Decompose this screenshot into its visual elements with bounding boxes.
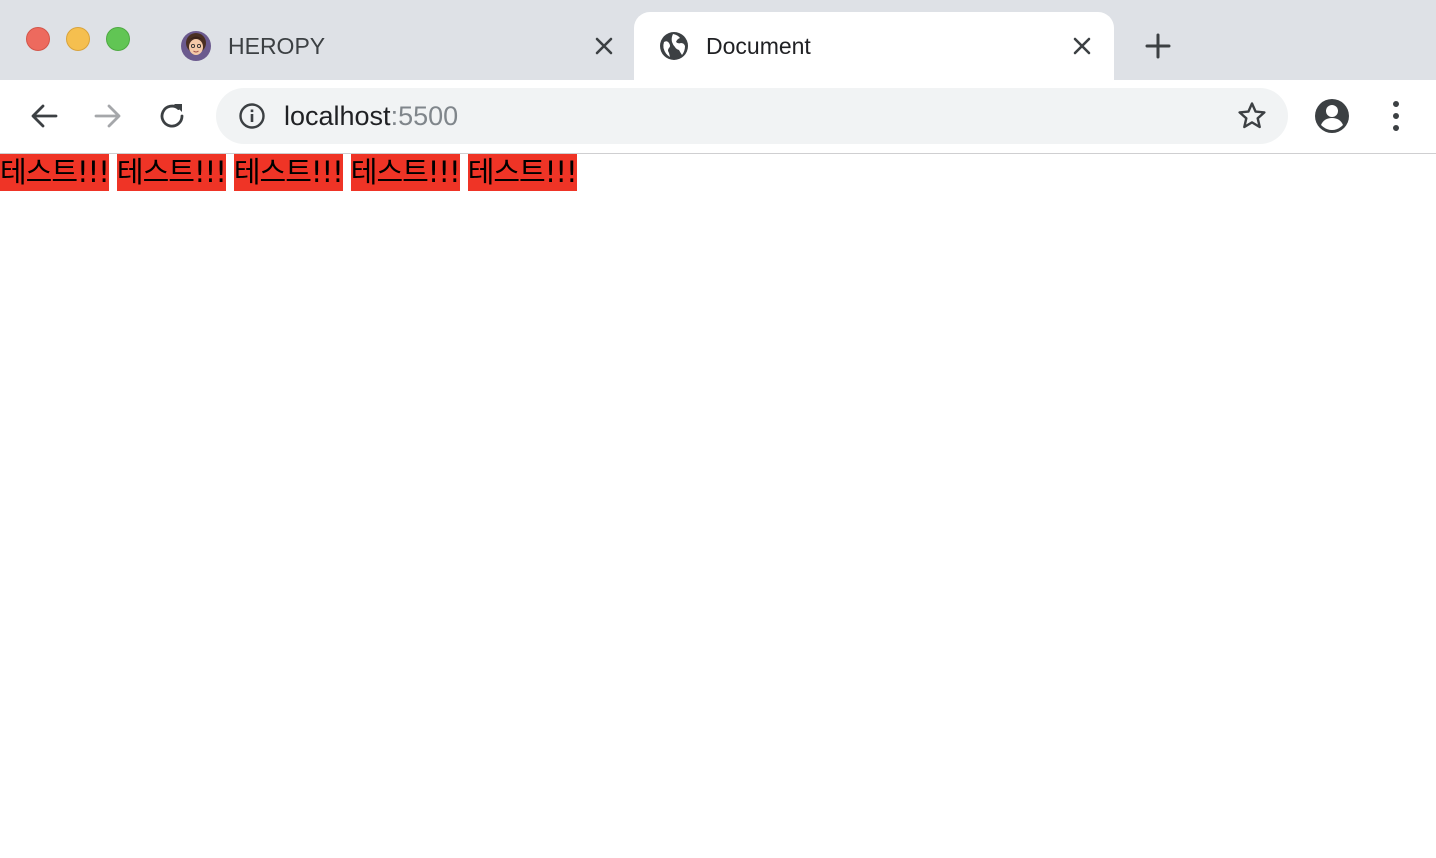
test-span: 테스트!!! <box>233 154 344 191</box>
test-span: 테스트!!! <box>350 154 461 191</box>
url-text[interactable]: localhost:5500 <box>284 101 458 131</box>
page-content: 테스트!!! 테스트!!! 테스트!!! 테스트!!! 테스트!!! <box>0 154 1436 858</box>
browser-window: HEROPY Document localhost:5500 테스트!!! 테스… <box>0 0 1436 858</box>
bookmark-star-icon[interactable] <box>1236 100 1268 132</box>
test-span: 테스트!!! <box>116 154 227 191</box>
url-port: :5500 <box>390 101 459 131</box>
tab-document[interactable]: Document <box>634 12 1114 80</box>
window-minimize-button[interactable] <box>66 27 90 51</box>
forward-button[interactable] <box>90 98 126 134</box>
span-list: 테스트!!! 테스트!!! 테스트!!! 테스트!!! 테스트!!! <box>0 154 1436 191</box>
tab-title: HEROPY <box>228 33 326 59</box>
more-vertical-icon[interactable] <box>1380 98 1412 134</box>
arrow-right-icon <box>94 104 121 128</box>
address-bar[interactable]: localhost:5500 <box>216 88 1288 144</box>
reload-button[interactable] <box>154 98 190 134</box>
reload-icon <box>160 104 184 128</box>
profile-icon[interactable] <box>1312 96 1352 136</box>
plus-icon <box>1145 33 1171 59</box>
info-icon[interactable] <box>238 102 266 130</box>
tab-heropy[interactable]: HEROPY <box>160 12 634 80</box>
tab-title: Document <box>706 33 811 59</box>
close-tab-icon[interactable] <box>592 34 616 58</box>
arrow-left-icon <box>31 104 58 128</box>
new-tab-button[interactable] <box>1140 28 1176 64</box>
close-tab-icon[interactable] <box>1070 34 1094 58</box>
test-span: 테스트!!! <box>0 154 110 191</box>
browser-toolbar: localhost:5500 <box>0 80 1436 154</box>
globe-icon <box>660 32 688 60</box>
back-button[interactable] <box>26 98 62 134</box>
avatar-favicon-icon <box>181 31 211 61</box>
test-span: 테스트!!! <box>467 154 578 191</box>
tab-strip: HEROPY Document <box>0 0 1436 80</box>
window-close-button[interactable] <box>26 27 50 51</box>
url-host: localhost <box>284 101 391 131</box>
window-maximize-button[interactable] <box>106 27 130 51</box>
